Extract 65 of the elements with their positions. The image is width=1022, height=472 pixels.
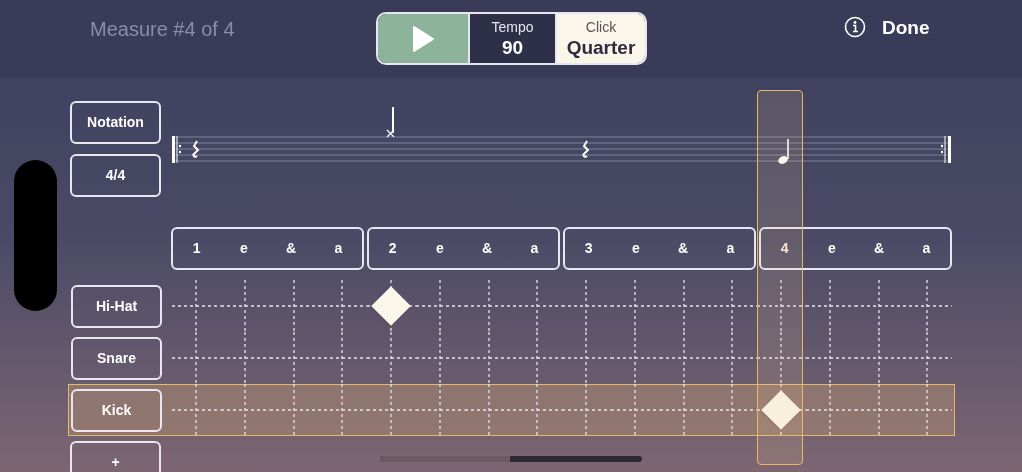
step-label: & xyxy=(677,239,690,258)
step-cell[interactable] xyxy=(415,280,465,332)
step-label: & xyxy=(285,239,298,258)
step-cell[interactable] xyxy=(757,384,806,436)
step-cell[interactable] xyxy=(610,280,660,332)
step-cell[interactable] xyxy=(708,332,757,384)
step-label: a xyxy=(333,239,344,258)
step-cell[interactable] xyxy=(220,280,270,332)
step-cell[interactable] xyxy=(318,332,367,384)
step-label: 2 xyxy=(387,239,398,258)
step-label: 1 xyxy=(191,239,202,258)
step-cell[interactable] xyxy=(903,280,952,332)
step-cell[interactable] xyxy=(610,384,660,436)
instrument-button[interactable]: Hi-Hat xyxy=(71,284,162,328)
step-cell[interactable] xyxy=(172,332,221,384)
measure-title: Measure #4 of 4 xyxy=(90,17,235,42)
play-button[interactable] xyxy=(378,14,468,63)
option-button[interactable]: Notation xyxy=(70,101,161,144)
step-cell[interactable] xyxy=(805,384,855,436)
step-label: & xyxy=(481,239,494,258)
step-cell[interactable] xyxy=(318,384,367,436)
instrument-button[interactable]: Snare xyxy=(71,336,162,380)
step-cell[interactable] xyxy=(562,384,611,436)
play-icon xyxy=(412,25,434,52)
instrument-button[interactable]: Kick xyxy=(71,388,162,432)
add-button[interactable]: + xyxy=(70,441,161,472)
step-label: & xyxy=(873,239,886,258)
step-cell[interactable] xyxy=(415,384,465,436)
step-label: e xyxy=(238,239,249,258)
step-cell[interactable] xyxy=(367,384,416,436)
step-cell[interactable] xyxy=(610,332,660,384)
step-cell[interactable] xyxy=(805,280,855,332)
step-label: e xyxy=(434,239,445,258)
step-cell[interactable] xyxy=(757,280,806,332)
click-control[interactable]: Click Quarter xyxy=(557,14,645,63)
step-cell[interactable] xyxy=(172,280,221,332)
done-button[interactable]: Done xyxy=(882,14,930,43)
step-cell[interactable] xyxy=(318,280,367,332)
tempo-control[interactable]: Tempo 90 xyxy=(468,14,557,63)
step-cell[interactable] xyxy=(367,332,416,384)
step-cell[interactable] xyxy=(562,280,611,332)
step-label: a xyxy=(921,239,932,258)
step-cell[interactable] xyxy=(805,332,855,384)
step-cell[interactable] xyxy=(367,280,416,332)
step-cell[interactable] xyxy=(513,280,562,332)
step-cell[interactable] xyxy=(903,332,952,384)
step-cell[interactable] xyxy=(513,384,562,436)
info-icon[interactable] xyxy=(844,16,866,38)
step-label: a xyxy=(725,239,736,258)
step-cell[interactable] xyxy=(708,384,757,436)
step-label: 4 xyxy=(779,239,790,258)
step-cell[interactable] xyxy=(562,332,611,384)
step-label: a xyxy=(529,239,540,258)
step-cell[interactable] xyxy=(757,332,806,384)
step-cell[interactable] xyxy=(513,332,562,384)
option-button[interactable]: 4/4 xyxy=(70,154,161,197)
step-cell[interactable] xyxy=(415,332,465,384)
step-cell[interactable] xyxy=(220,384,270,436)
step-cell[interactable] xyxy=(220,332,270,384)
step-label: e xyxy=(630,239,641,258)
step-cell[interactable] xyxy=(172,384,221,436)
step-cell[interactable] xyxy=(708,280,757,332)
step-label: e xyxy=(826,239,837,258)
step-cell[interactable] xyxy=(903,384,952,436)
step-label: 3 xyxy=(583,239,594,258)
